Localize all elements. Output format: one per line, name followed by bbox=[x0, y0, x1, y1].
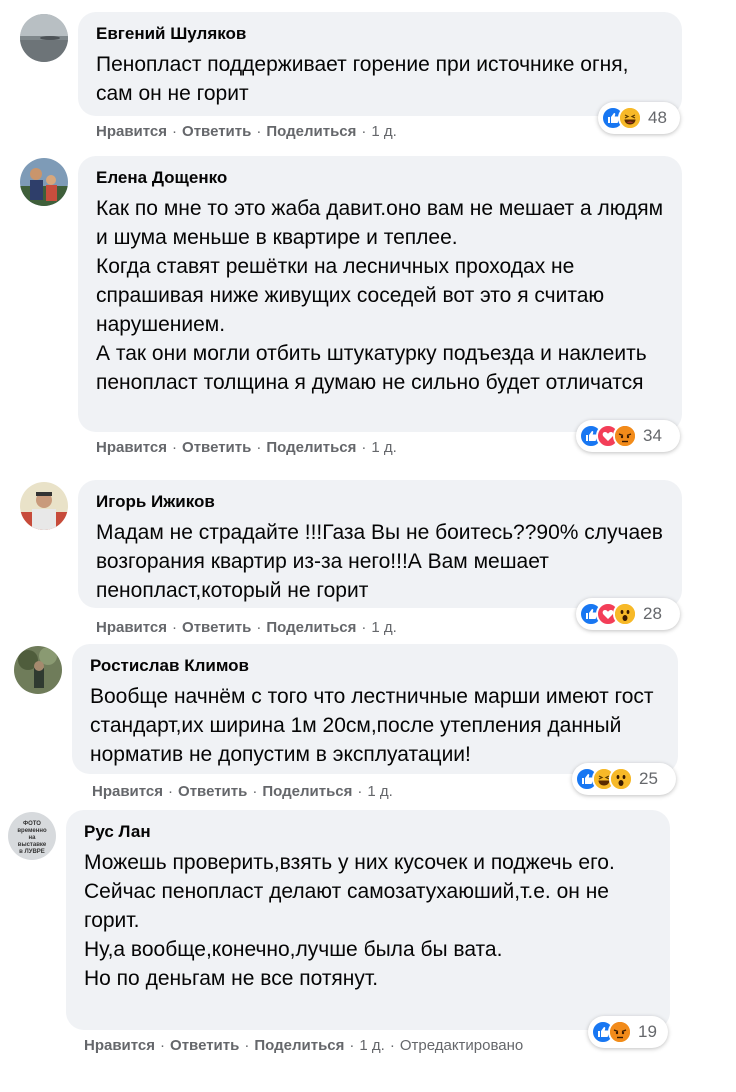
like-button[interactable]: Нравится bbox=[92, 783, 163, 800]
avatar[interactable] bbox=[20, 14, 68, 62]
comment-bubble: Елена Дощенко Как по мне то это жаба дав… bbox=[78, 156, 682, 432]
reaction-count: 28 bbox=[643, 604, 662, 623]
wow-icon bbox=[613, 602, 637, 626]
avatar[interactable] bbox=[14, 646, 62, 694]
comment-text: Как по мне то это жаба давит.оно вам не … bbox=[96, 197, 664, 394]
reaction-count: 19 bbox=[638, 1022, 657, 1041]
reactions-summary[interactable]: 25 bbox=[572, 763, 676, 795]
comment-text: Мадам не страдайте !!!Газа Вы не боитесь… bbox=[96, 521, 663, 602]
share-button[interactable]: Поделиться bbox=[266, 439, 356, 456]
comment-bubble: Рус Лан Можешь проверить,взять у них кус… bbox=[66, 810, 670, 1030]
reply-button[interactable]: Ответить bbox=[182, 439, 251, 456]
timestamp[interactable]: 1 д. bbox=[367, 783, 392, 800]
author-name[interactable]: Елена Дощенко bbox=[96, 168, 666, 188]
comment-text: Можешь проверить,взять у них кусочек и п… bbox=[84, 851, 615, 990]
share-button[interactable]: Поделиться bbox=[262, 783, 352, 800]
like-button[interactable]: Нравится bbox=[96, 439, 167, 456]
author-name[interactable]: Рус Лан bbox=[84, 822, 654, 842]
haha-icon bbox=[618, 106, 642, 130]
reply-button[interactable]: Ответить bbox=[182, 619, 251, 636]
timestamp[interactable]: 1 д. bbox=[371, 439, 396, 456]
comment-actions: Нравится · Ответить · Поделиться · 1 д. · Отреда… bbox=[84, 1037, 524, 1054]
avatar[interactable] bbox=[20, 158, 68, 206]
reactions-summary[interactable]: 48 bbox=[598, 102, 680, 134]
comment-actions: Нравится · Ответить · Поделиться · 1 д. bbox=[96, 439, 397, 456]
like-button[interactable]: Нравится bbox=[96, 123, 167, 140]
timestamp[interactable]: 1 д. bbox=[359, 1037, 384, 1054]
comment-bubble: Евгений Шуляков Пенопласт поддерживает г… bbox=[78, 12, 682, 116]
like-button[interactable]: Нравится bbox=[84, 1037, 155, 1054]
angry-icon bbox=[613, 424, 637, 448]
timestamp[interactable]: 1 д. bbox=[371, 619, 396, 636]
share-button[interactable]: Поделиться bbox=[254, 1037, 344, 1054]
comment-actions: Нравится · Ответить · Поделиться · 1 д. bbox=[92, 783, 393, 800]
comment-bubble: Игорь Ижиков Мадам не страдайте !!!Газа … bbox=[78, 480, 682, 608]
avatar-caption: ФОТО временно на выставке в ЛУВРЕ bbox=[17, 821, 47, 855]
comment-actions: Нравится · Ответить · Поделиться · 1 д. bbox=[96, 619, 397, 636]
reactions-summary[interactable]: 28 bbox=[576, 598, 680, 630]
comment-text: Вообще начнём с того что лестничные марш… bbox=[90, 685, 654, 766]
reaction-count: 48 bbox=[648, 108, 667, 127]
author-name[interactable]: Ростислав Климов bbox=[90, 656, 662, 676]
angry-icon bbox=[608, 1020, 632, 1044]
avatar[interactable] bbox=[20, 482, 68, 530]
author-name[interactable]: Игорь Ижиков bbox=[96, 492, 666, 512]
edited-label[interactable]: Отредактировано bbox=[400, 1037, 523, 1054]
comment-text: Пенопласт поддерживает горение при источ… bbox=[96, 53, 629, 105]
share-button[interactable]: Поделиться bbox=[266, 123, 356, 140]
wow-icon bbox=[609, 767, 633, 791]
avatar[interactable]: ФОТО временно на выставке в ЛУВРЕ bbox=[8, 812, 56, 860]
reply-button[interactable]: Ответить bbox=[178, 783, 247, 800]
comment-actions: Нравится · Ответить · Поделиться · 1 д. bbox=[96, 123, 397, 140]
reply-button[interactable]: Ответить bbox=[170, 1037, 239, 1054]
like-button[interactable]: Нравится bbox=[96, 619, 167, 636]
reaction-count: 34 bbox=[643, 426, 662, 445]
share-button[interactable]: Поделиться bbox=[266, 619, 356, 636]
author-name[interactable]: Евгений Шуляков bbox=[96, 24, 666, 44]
reactions-summary[interactable]: 34 bbox=[576, 420, 680, 452]
timestamp[interactable]: 1 д. bbox=[371, 123, 396, 140]
reaction-count: 25 bbox=[639, 769, 658, 788]
comment-bubble: Ростислав Климов Вообще начнём с того чт… bbox=[72, 644, 678, 774]
reactions-summary[interactable]: 19 bbox=[588, 1016, 668, 1048]
reply-button[interactable]: Ответить bbox=[182, 123, 251, 140]
